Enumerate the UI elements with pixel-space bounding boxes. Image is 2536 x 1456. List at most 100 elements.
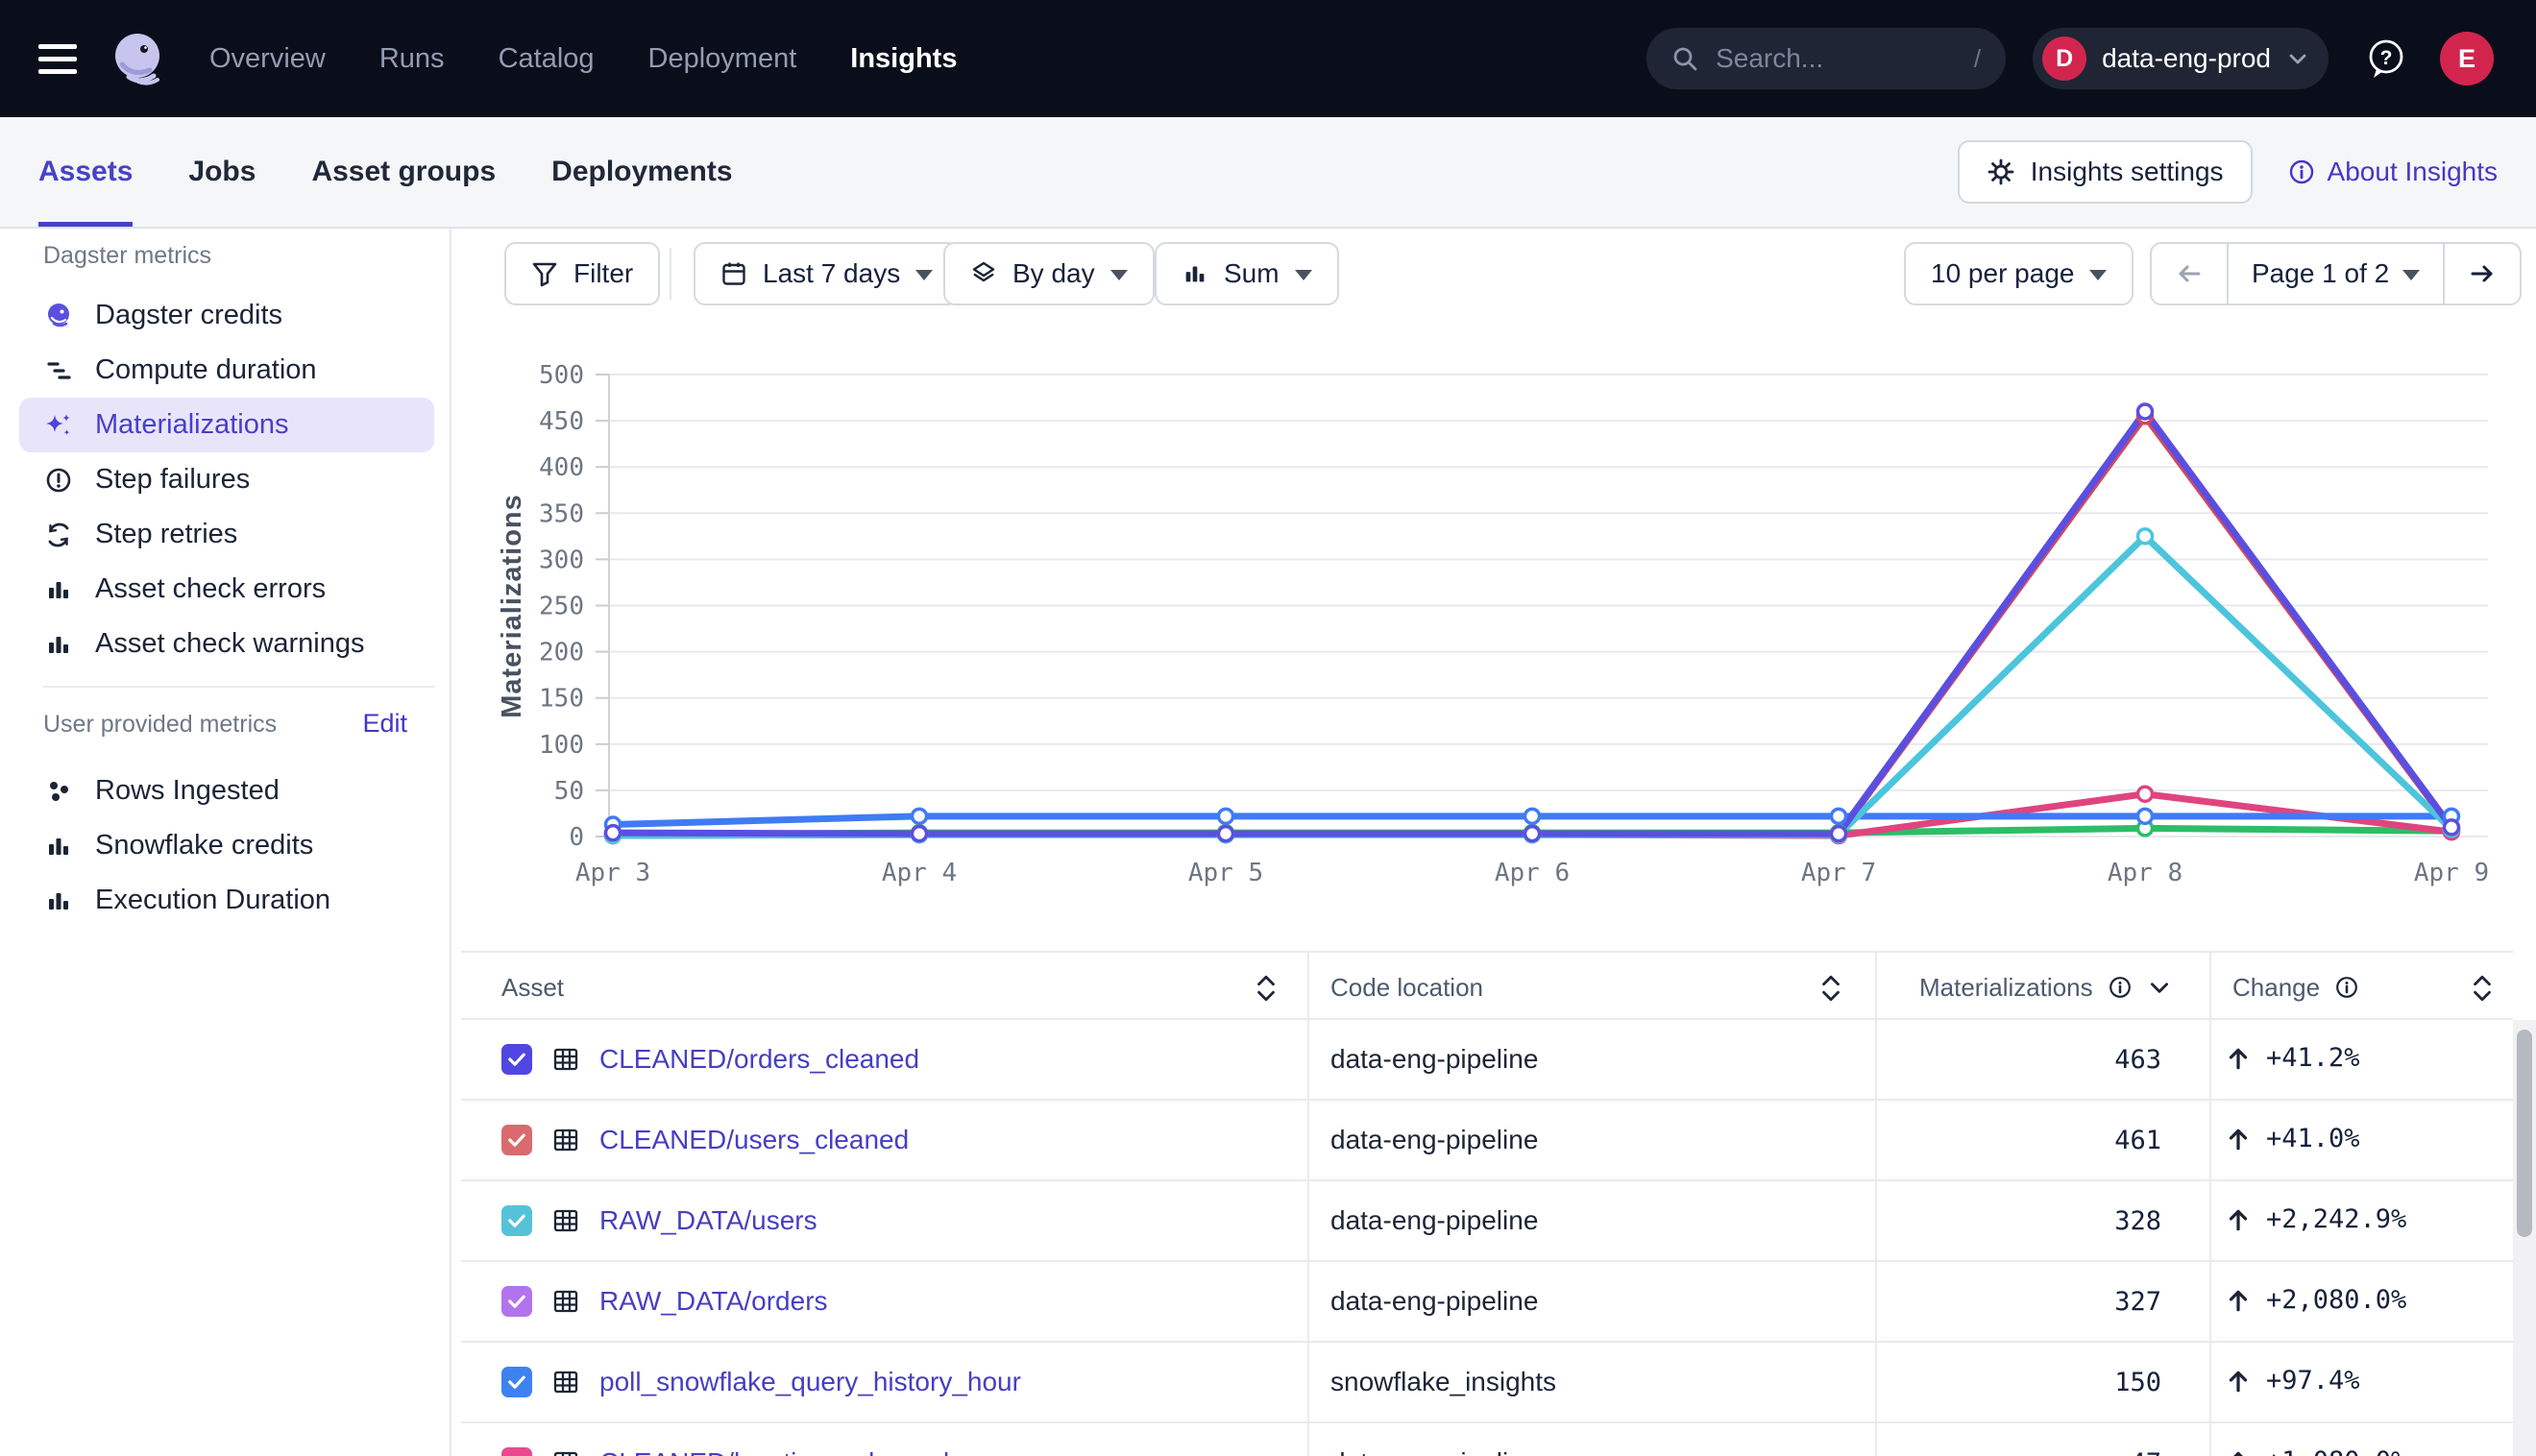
row-checkbox[interactable]	[501, 1447, 532, 1456]
tab-deployments[interactable]: Deployments	[551, 117, 732, 227]
per-page-dropdown[interactable]: 10 per page	[1904, 242, 2134, 305]
sparkles-icon	[43, 411, 74, 440]
materializations-chart[interactable]: 050100150200250300350400450500Apr 3Apr 4…	[451, 331, 2536, 908]
bar-chart-icon	[43, 575, 74, 604]
deployment-switcher[interactable]: D data-eng-prod	[2033, 28, 2329, 89]
column-divider	[1307, 951, 1309, 1456]
bar-chart-icon	[43, 630, 74, 659]
tab-jobs[interactable]: Jobs	[188, 117, 256, 227]
search-input[interactable]: Search... /	[1646, 28, 2006, 89]
metrics-sidebar: Dagster metrics Dagster credits Compute …	[0, 229, 451, 1456]
insights-settings-button[interactable]: Insights settings	[1958, 140, 2253, 204]
pagination-control: Page 1 of 2	[2150, 242, 2522, 305]
sidebar-item-dagster-credits[interactable]: Dagster credits	[19, 288, 434, 343]
change-cell: +41.2%	[2226, 1043, 2360, 1073]
row-checkbox[interactable]	[501, 1286, 532, 1317]
info-icon[interactable]	[2333, 974, 2360, 1001]
page-selector[interactable]: Page 1 of 2	[2227, 244, 2443, 303]
nav-overview[interactable]: Overview	[209, 43, 326, 75]
dagster-logo[interactable]	[110, 31, 165, 86]
change-cell: +2,242.9%	[2226, 1204, 2406, 1234]
sidebar-item-materializations[interactable]: Materializations	[19, 398, 434, 452]
column-header-code-location[interactable]: Code location	[1330, 953, 1483, 1022]
asset-table-icon	[551, 1368, 580, 1396]
user-avatar[interactable]: E	[2440, 32, 2494, 85]
previous-page-button[interactable]	[2152, 244, 2227, 303]
deployment-badge: D	[2042, 36, 2086, 81]
refresh-icon	[43, 521, 74, 549]
row-checkbox[interactable]	[501, 1205, 532, 1236]
sidebar-item-snowflake-credits[interactable]: Snowflake credits	[19, 818, 434, 873]
column-header-change[interactable]: Change	[2232, 953, 2360, 1022]
asset-link[interactable]: RAW_DATA/users	[599, 1205, 817, 1236]
svg-text:350: 350	[539, 499, 584, 528]
asset-table-icon	[551, 1045, 580, 1074]
chevron-down-icon	[2286, 47, 2309, 70]
table-row: poll_snowflake_query_history_hour snowfl…	[461, 1343, 2513, 1423]
aggregation-dropdown[interactable]: Sum	[1155, 242, 1339, 305]
chevron-down-icon[interactable]	[2147, 975, 2172, 1000]
bar-chart-icon	[43, 832, 74, 861]
sort-icon[interactable]	[1255, 973, 1278, 1004]
search-icon	[1671, 45, 1698, 72]
table-scrollbar-thumb[interactable]	[2517, 1030, 2532, 1237]
dots-icon	[43, 777, 74, 806]
caret-down-icon	[2402, 270, 2420, 280]
asset-link[interactable]: poll_snowflake_query_history_hour	[599, 1367, 1021, 1397]
asset-link[interactable]: CLEANED/orders_cleaned	[599, 1044, 919, 1075]
search-shortcut-hint: /	[1974, 44, 1981, 74]
menu-icon[interactable]	[38, 44, 77, 74]
table-row: CLEANED/orders_cleaned data-eng-pipeline…	[461, 1020, 2513, 1101]
tab-asset-groups[interactable]: Asset groups	[311, 117, 496, 227]
edit-metrics-link[interactable]: Edit	[362, 709, 407, 739]
funnel-icon	[531, 260, 558, 287]
info-icon[interactable]	[2107, 974, 2134, 1001]
nav-runs[interactable]: Runs	[379, 43, 445, 75]
column-header-asset[interactable]: Asset	[501, 953, 564, 1022]
search-placeholder: Search...	[1716, 43, 1957, 74]
nav-deployment[interactable]: Deployment	[648, 43, 797, 75]
row-checkbox[interactable]	[501, 1367, 532, 1397]
next-page-button[interactable]	[2443, 244, 2520, 303]
sidebar-item-asset-check-warnings[interactable]: Asset check warnings	[19, 617, 434, 671]
svg-text:100: 100	[539, 731, 584, 760]
code-location-cell: data-eng-pipeline	[1330, 1286, 1538, 1317]
group-by-dropdown[interactable]: By day	[943, 242, 1155, 305]
sort-icon[interactable]	[2471, 973, 2494, 1004]
sidebar-item-execution-duration[interactable]: Execution Duration	[19, 873, 434, 928]
caret-down-icon	[2089, 270, 2107, 280]
row-checkbox[interactable]	[501, 1044, 532, 1075]
sidebar-item-step-failures[interactable]: Step failures	[19, 452, 434, 507]
sidebar-item-asset-check-errors[interactable]: Asset check errors	[19, 562, 434, 617]
sort-icon[interactable]	[1819, 973, 1842, 1004]
filter-button[interactable]: Filter	[504, 242, 660, 305]
sidebar-item-compute-duration[interactable]: Compute duration	[19, 343, 434, 398]
sidebar-item-step-retries[interactable]: Step retries	[19, 507, 434, 562]
top-navigation: Overview Runs Catalog Deployment Insight…	[0, 0, 2536, 117]
info-icon	[2287, 158, 2316, 186]
asset-link[interactable]: CLEANED/users_cleaned	[599, 1125, 909, 1155]
row-checkbox[interactable]	[501, 1125, 532, 1155]
table-row: CLEANED/users_cleaned data-eng-pipeline …	[461, 1101, 2513, 1181]
svg-text:Apr 4: Apr 4	[882, 859, 957, 887]
tab-assets[interactable]: Assets	[38, 117, 133, 227]
asset-link[interactable]: CLEANED/locations_cleaned	[599, 1447, 949, 1456]
svg-text:0: 0	[569, 823, 584, 852]
sidebar-item-rows-ingested[interactable]: Rows Ingested	[19, 764, 434, 818]
calendar-icon	[720, 260, 747, 287]
primary-nav: Overview Runs Catalog Deployment Insight…	[209, 43, 957, 75]
nav-catalog[interactable]: Catalog	[499, 43, 595, 75]
date-range-dropdown[interactable]: Last 7 days	[694, 242, 960, 305]
sidebar-divider	[43, 686, 434, 688]
table-header: Asset Code location Materializations Cha…	[461, 951, 2513, 1020]
column-header-materializations[interactable]: Materializations	[1919, 953, 2172, 1022]
nav-insights[interactable]: Insights	[850, 43, 957, 75]
materializations-cell: 327	[2114, 1287, 2161, 1317]
asset-link[interactable]: RAW_DATA/orders	[599, 1286, 828, 1317]
table-row: CLEANED/locations_cleaned data-eng-pipel…	[461, 1423, 2513, 1456]
change-cell: +97.4%	[2226, 1366, 2360, 1395]
dagster-metrics-heading: Dagster metrics	[43, 242, 211, 270]
about-insights-link[interactable]: About Insights	[2287, 157, 2498, 187]
help-button[interactable]: ?	[2365, 37, 2407, 80]
svg-text:250: 250	[539, 593, 584, 621]
